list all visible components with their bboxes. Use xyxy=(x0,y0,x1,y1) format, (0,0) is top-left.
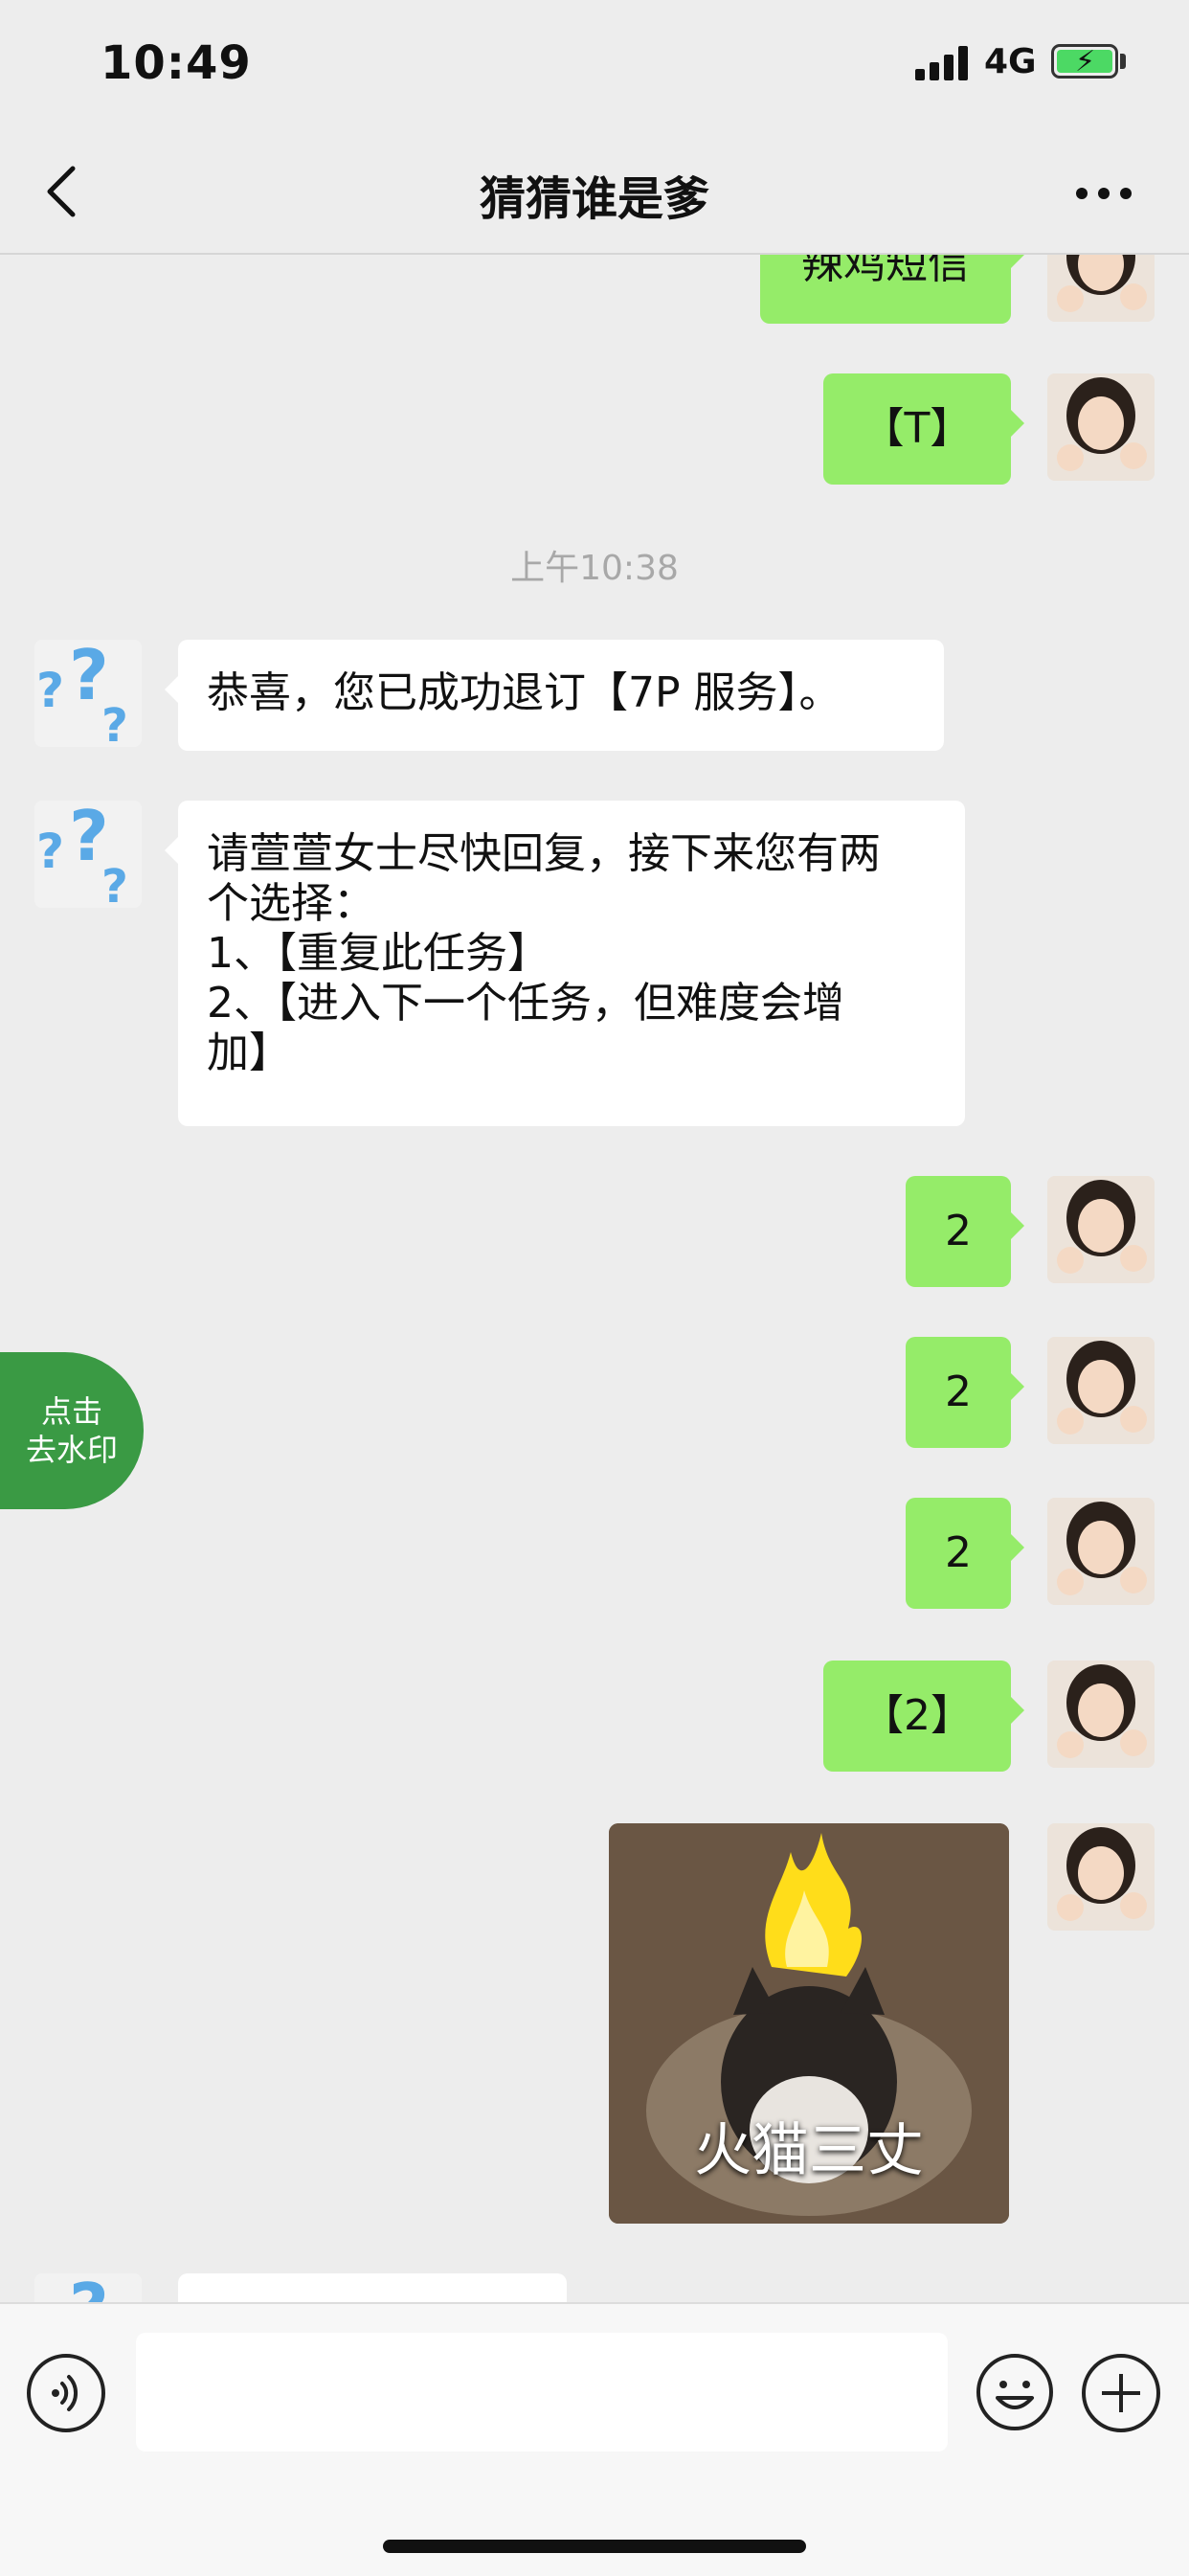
message-bubble-incoming[interactable]: 恭喜，您已成功退订【7P 服务】。 xyxy=(165,640,944,751)
avatar-self[interactable] xyxy=(1047,1498,1155,1605)
emoji-icon xyxy=(976,2354,1053,2430)
message-text-line: 加】 xyxy=(207,1028,291,1077)
message-input[interactable] xyxy=(136,2333,948,2452)
sticker-message[interactable]: 火猫三丈 xyxy=(609,1823,1009,2224)
chat-title: 猜猜谁是爹 xyxy=(479,172,709,226)
avatar-self[interactable] xyxy=(1047,1176,1155,1283)
message-bubble-outgoing[interactable]: 2 xyxy=(906,1498,1024,1609)
message-bubble-incoming[interactable] xyxy=(178,2273,567,2302)
message-bubble-outgoing[interactable]: 【T】 xyxy=(823,373,1024,485)
message-bubble-outgoing[interactable]: 2 xyxy=(906,1337,1024,1448)
home-indicator xyxy=(383,2540,806,2553)
avatar-contact[interactable]: ? xyxy=(34,2273,142,2302)
message-bubble-incoming[interactable]: 请萱萱女士尽快回复，接下来您有两 个选择： 1、【重复此任务】 2、【进入下一个… xyxy=(165,801,965,1126)
message-text: 【T】 xyxy=(862,404,973,453)
svg-text:?: ? xyxy=(36,824,64,879)
chat-header: 猜猜谁是爹 xyxy=(0,134,1189,255)
avatar-self[interactable] xyxy=(1047,1823,1155,1931)
message-text: 恭喜，您已成功退订【7P 服务】。 xyxy=(207,668,841,717)
voice-icon xyxy=(52,2375,79,2411)
avatar-contact[interactable]: ??? xyxy=(34,801,142,908)
message-bubble-outgoing[interactable]: 2 xyxy=(906,1176,1024,1287)
avatar-self[interactable] xyxy=(1047,253,1155,322)
message-text: 辣鸡短信 xyxy=(801,253,970,288)
svg-text:?: ? xyxy=(101,699,128,747)
remove-watermark-line1: 点击 xyxy=(40,1393,102,1430)
message-bubble-outgoing[interactable]: 【2】 xyxy=(823,1661,1024,1772)
message-text: 2 xyxy=(945,1207,972,1255)
message-list[interactable]: 辣鸡短信 【T】 上午10:38 ??? 恭喜，您已成功退订【7P 服务】。 ?… xyxy=(0,253,1189,2302)
battery-charging-icon: ⚡ xyxy=(1051,44,1118,79)
emoji-button[interactable] xyxy=(975,2352,1055,2432)
message-timestamp: 上午10:38 xyxy=(510,549,679,588)
remove-watermark-line2: 去水印 xyxy=(25,1432,118,1468)
message-text: 2 xyxy=(945,1367,972,1416)
battery-tip xyxy=(1120,54,1126,69)
message-text: 【2】 xyxy=(862,1691,973,1740)
more-dots-icon xyxy=(1076,188,1088,199)
plus-button[interactable] xyxy=(1082,2354,1160,2432)
message-text-line: 2、【进入下一个任务，但难度会增 xyxy=(207,979,844,1028)
svg-text:?: ? xyxy=(101,860,128,908)
sticker-caption: 火猫三丈 xyxy=(694,2117,924,2184)
status-bar: 10:49 4G ⚡ xyxy=(0,0,1189,134)
avatar-self[interactable] xyxy=(1047,1337,1155,1444)
message-text: 2 xyxy=(945,1528,972,1577)
message-text-line: 个选择： xyxy=(207,879,375,928)
signal-icon xyxy=(915,46,969,80)
message-text-line: 请萱萱女士尽快回复，接下来您有两 xyxy=(207,829,881,878)
message-text-line: 1、【重复此任务】 xyxy=(207,929,550,978)
status-time: 10:49 xyxy=(101,36,252,90)
avatar-self[interactable] xyxy=(1047,1661,1155,1768)
svg-text:?: ? xyxy=(36,663,64,718)
network-label: 4G xyxy=(984,42,1037,81)
voice-button[interactable] xyxy=(27,2354,105,2432)
svg-text:?: ? xyxy=(69,2273,109,2302)
message-bubble-outgoing[interactable]: 辣鸡短信 xyxy=(760,253,1024,324)
avatar-self[interactable] xyxy=(1047,373,1155,481)
input-bar xyxy=(0,2302,1189,2576)
avatar-contact[interactable]: ??? xyxy=(34,640,142,747)
more-button[interactable] xyxy=(1072,180,1135,203)
